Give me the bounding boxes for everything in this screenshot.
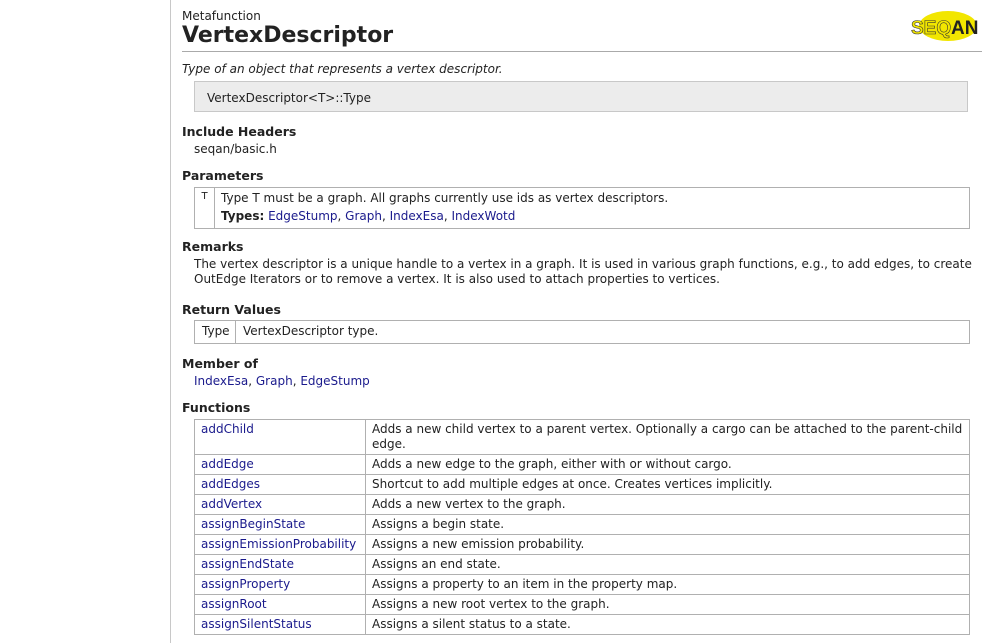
table-row: assignSilentStatus Assigns a silent stat… <box>194 614 970 635</box>
table-row: assignRoot Assigns a new root vertex to … <box>194 594 970 615</box>
table-row: addEdge Adds a new edge to the graph, ei… <box>194 454 970 475</box>
function-link[interactable]: assignEndState <box>201 557 294 571</box>
function-link[interactable]: assignRoot <box>201 597 267 611</box>
type-link-graph[interactable]: Graph <box>345 209 382 223</box>
parameter-description: Type T must be a graph. All graphs curre… <box>221 191 669 205</box>
return-values-table: Type VertexDescriptor type. <box>194 320 970 344</box>
seqan-logo[interactable]: SEQ AN <box>908 7 980 43</box>
summary-text: Type of an object that represents a vert… <box>182 62 503 76</box>
include-header-value: seqan/basic.h <box>194 142 277 156</box>
function-description: Assigns an end state. <box>365 554 970 575</box>
type-link-edgestump[interactable]: EdgeStump <box>268 209 337 223</box>
table-row: addChild Adds a new child vertex to a pa… <box>194 419 970 455</box>
function-link[interactable]: assignProperty <box>201 577 290 591</box>
svg-text:AN: AN <box>951 18 978 39</box>
member-link-edgestump[interactable]: EdgeStump <box>300 374 369 388</box>
return-values-heading: Return Values <box>182 302 281 317</box>
remarks-heading: Remarks <box>182 239 244 254</box>
include-headers-heading: Include Headers <box>182 124 297 139</box>
parameter-types: Types: EdgeStump, Graph, IndexEsa, Index… <box>221 209 516 223</box>
parameter-name: T <box>195 188 215 228</box>
member-link-graph[interactable]: Graph <box>256 374 293 388</box>
functions-heading: Functions <box>182 400 251 415</box>
parameters-table: T Type T must be a graph. All graphs cur… <box>194 187 970 229</box>
function-description: Assigns a begin state. <box>365 514 970 535</box>
left-column-divider <box>170 0 171 643</box>
function-link[interactable]: assignEmissionProbability <box>201 537 356 551</box>
member-of-list: IndexEsa, Graph, EdgeStump <box>194 374 370 388</box>
function-description: Adds a new vertex to the graph. <box>365 494 970 515</box>
svg-text:SEQ: SEQ <box>911 18 951 39</box>
function-description: Adds a new edge to the graph, either wit… <box>365 454 970 475</box>
function-description: Assigns a property to an item in the pro… <box>365 574 970 595</box>
page-title: VertexDescriptor <box>182 23 394 48</box>
function-link[interactable]: addVertex <box>201 497 262 511</box>
table-row: addEdges Shortcut to add multiple edges … <box>194 474 970 495</box>
table-row: addVertex Adds a new vertex to the graph… <box>194 494 970 515</box>
type-link-indexwotd[interactable]: IndexWotd <box>452 209 516 223</box>
function-description: Assigns a new root vertex to the graph. <box>365 594 970 615</box>
types-label: Types: <box>221 209 265 223</box>
remarks-line-1: The vertex descriptor is a unique handle… <box>194 257 972 271</box>
type-link-indexesa[interactable]: IndexEsa <box>390 209 444 223</box>
member-of-heading: Member of <box>182 356 258 371</box>
remarks-line-2: OutEdge Iterators or to remove a vertex.… <box>194 272 720 286</box>
function-link[interactable]: addEdges <box>201 477 260 491</box>
function-link[interactable]: assignBeginState <box>201 517 305 531</box>
title-divider <box>182 51 982 52</box>
function-link[interactable]: assignSilentStatus <box>201 617 312 631</box>
table-row: assignEndState Assigns an end state. <box>194 554 970 575</box>
table-row: assignProperty Assigns a property to an … <box>194 574 970 595</box>
function-description: Assigns a silent status to a state. <box>365 614 970 635</box>
function-link[interactable]: addEdge <box>201 457 254 471</box>
signature-box: VertexDescriptor<T>::Type <box>194 81 968 112</box>
function-link[interactable]: addChild <box>201 422 254 436</box>
function-description: Shortcut to add multiple edges at once. … <box>365 474 970 495</box>
return-description: VertexDescriptor type. <box>243 324 379 338</box>
parameters-heading: Parameters <box>182 168 264 183</box>
table-row: assignBeginState Assigns a begin state. <box>194 514 970 535</box>
member-link-indexesa[interactable]: IndexEsa <box>194 374 248 388</box>
function-description: Assigns a new emission probability. <box>365 534 970 555</box>
functions-table: addChild Adds a new child vertex to a pa… <box>194 419 970 635</box>
table-row: assignEmissionProbability Assigns a new … <box>194 534 970 555</box>
function-description: Adds a new child vertex to a parent vert… <box>365 419 970 455</box>
return-name: Type <box>195 321 236 343</box>
